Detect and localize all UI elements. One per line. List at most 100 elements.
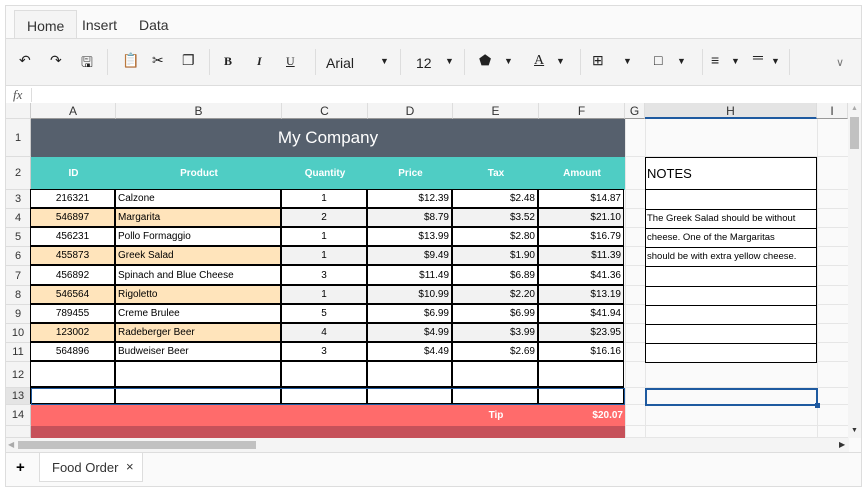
row-header-6[interactable]: 6 bbox=[6, 247, 31, 266]
row-header-13[interactable]: 13 bbox=[6, 388, 31, 405]
table-cell[interactable]: 564896 bbox=[30, 342, 115, 361]
scroll-up-icon[interactable]: ▲ bbox=[851, 105, 858, 112]
scroll-left-icon[interactable]: ◀ bbox=[8, 440, 14, 449]
table-cell[interactable]: $2.20 bbox=[452, 285, 538, 304]
column-header-E[interactable]: E bbox=[453, 103, 539, 119]
table-cell[interactable]: 546897 bbox=[30, 208, 115, 227]
column-header-G[interactable]: G bbox=[625, 103, 645, 119]
table-cell[interactable]: $6.99 bbox=[452, 304, 538, 323]
table-cell[interactable]: 1 bbox=[281, 189, 367, 208]
table-cell[interactable]: Radeberger Beer bbox=[115, 323, 281, 342]
table-cell[interactable]: Spinach and Blue Cheese bbox=[115, 265, 281, 285]
table-cell[interactable]: 3 bbox=[281, 265, 367, 285]
scroll-thumb[interactable] bbox=[18, 441, 256, 449]
table-cell[interactable]: $41.94 bbox=[538, 304, 624, 323]
table-cell[interactable]: Calzone bbox=[115, 189, 281, 208]
notes-line[interactable]: The Greek Salad should be without bbox=[645, 209, 817, 228]
active-cell[interactable] bbox=[645, 388, 818, 406]
table-cell[interactable]: 3 bbox=[281, 342, 367, 361]
column-header-A[interactable]: A bbox=[31, 103, 116, 119]
column-header-F[interactable]: F bbox=[539, 103, 625, 119]
table-cell[interactable]: $11.39 bbox=[538, 246, 624, 265]
table-cell[interactable]: 123002 bbox=[30, 323, 115, 342]
table-cell[interactable]: $23.95 bbox=[538, 323, 624, 342]
row-header-1[interactable]: 1 bbox=[6, 119, 31, 157]
table-cell[interactable] bbox=[538, 361, 624, 387]
table-cell[interactable]: $16.79 bbox=[538, 227, 624, 246]
table-cell[interactable]: $1.90 bbox=[452, 246, 538, 265]
column-header-C[interactable]: C bbox=[282, 103, 368, 119]
header-cell-id[interactable]: ID bbox=[31, 157, 116, 190]
table-cell[interactable]: 4 bbox=[281, 323, 367, 342]
notes-line[interactable]: should be with extra yellow cheese. bbox=[645, 247, 817, 266]
notes-title[interactable]: NOTES bbox=[645, 157, 817, 190]
table-cell[interactable]: $6.99 bbox=[367, 304, 452, 323]
table-cell[interactable]: $12.39 bbox=[367, 189, 452, 208]
table-cell[interactable]: $2.69 bbox=[452, 342, 538, 361]
table-cell[interactable]: Pollo Formaggio bbox=[115, 227, 281, 246]
row-header-4[interactable]: 4 bbox=[6, 209, 31, 228]
scroll-right-icon[interactable]: ▶ bbox=[839, 440, 845, 449]
table-cell[interactable]: 1 bbox=[281, 227, 367, 246]
horizontal-scrollbar[interactable]: ◀ ▶ bbox=[6, 438, 849, 452]
table-cell[interactable]: $16.16 bbox=[538, 342, 624, 361]
column-header-B[interactable]: B bbox=[116, 103, 282, 119]
row-header-14[interactable]: 14 bbox=[6, 405, 31, 426]
header-cell-price[interactable]: Price bbox=[368, 157, 453, 190]
table-cell[interactable]: $3.99 bbox=[452, 323, 538, 342]
table-cell[interactable]: $9.49 bbox=[367, 246, 452, 265]
close-icon[interactable]: × bbox=[126, 459, 134, 474]
table-cell[interactable]: $41.36 bbox=[538, 265, 624, 285]
table-cell[interactable] bbox=[281, 361, 367, 387]
table-cell[interactable]: 1 bbox=[281, 285, 367, 304]
table-cell[interactable]: $21.10 bbox=[538, 208, 624, 227]
add-sheet-button[interactable]: + bbox=[16, 459, 25, 476]
table-cell[interactable]: $13.99 bbox=[367, 227, 452, 246]
table-cell[interactable]: $14.87 bbox=[538, 189, 624, 208]
table-cell[interactable]: 5 bbox=[281, 304, 367, 323]
table-cell[interactable] bbox=[115, 361, 281, 387]
row-header-7[interactable]: 7 bbox=[6, 266, 31, 286]
table-cell[interactable]: 456231 bbox=[30, 227, 115, 246]
table-cell[interactable]: $13.19 bbox=[538, 285, 624, 304]
table-cell[interactable]: $4.49 bbox=[367, 342, 452, 361]
table-cell[interactable]: $6.89 bbox=[452, 265, 538, 285]
fill-handle[interactable] bbox=[815, 403, 820, 408]
table-cell[interactable]: $2.80 bbox=[452, 227, 538, 246]
table-cell[interactable]: 216321 bbox=[30, 189, 115, 208]
table-cell[interactable]: 789455 bbox=[30, 304, 115, 323]
header-cell-amount[interactable]: Amount bbox=[539, 157, 625, 190]
row-header-8[interactable]: 8 bbox=[6, 286, 31, 305]
row-header-3[interactable]: 3 bbox=[6, 190, 31, 209]
table-cell[interactable]: $4.99 bbox=[367, 323, 452, 342]
header-cell-product[interactable]: Product bbox=[116, 157, 282, 190]
column-header-H[interactable]: H bbox=[645, 103, 817, 119]
vertical-scrollbar[interactable]: ▲ ▼ bbox=[848, 103, 861, 438]
row-header-10[interactable]: 10 bbox=[6, 324, 31, 343]
table-cell[interactable]: $11.49 bbox=[367, 265, 452, 285]
column-header-D[interactable]: D bbox=[368, 103, 453, 119]
table-cell[interactable]: $2.48 bbox=[452, 189, 538, 208]
row-header-12[interactable]: 12 bbox=[6, 362, 31, 388]
scroll-down-icon[interactable]: ▼ bbox=[851, 427, 858, 434]
header-cell-quantity[interactable]: Quantity bbox=[282, 157, 368, 190]
select-all-corner[interactable] bbox=[6, 103, 31, 119]
column-header-I[interactable]: I bbox=[817, 103, 848, 119]
scroll-thumb[interactable] bbox=[850, 117, 859, 149]
header-cell-tax[interactable]: Tax bbox=[453, 157, 539, 190]
table-cell[interactable]: 1 bbox=[281, 246, 367, 265]
row-header-11[interactable]: 11 bbox=[6, 343, 31, 362]
table-cell[interactable]: $10.99 bbox=[367, 285, 452, 304]
table-cell[interactable]: 546564 bbox=[30, 285, 115, 304]
table-cell[interactable]: $8.79 bbox=[367, 208, 452, 227]
row-header-15[interactable] bbox=[6, 426, 31, 438]
table-cell[interactable]: Margarita bbox=[115, 208, 281, 227]
table-cell[interactable] bbox=[30, 361, 115, 387]
sheet-tab-food-order[interactable]: Food Order × bbox=[39, 453, 143, 482]
table-cell[interactable]: $3.52 bbox=[452, 208, 538, 227]
table-cell[interactable]: Creme Brulee bbox=[115, 304, 281, 323]
tip-value[interactable]: $20.07 bbox=[539, 405, 625, 426]
table-cell[interactable] bbox=[452, 361, 538, 387]
table-cell[interactable] bbox=[367, 361, 452, 387]
table-cell[interactable]: Greek Salad bbox=[115, 246, 281, 265]
